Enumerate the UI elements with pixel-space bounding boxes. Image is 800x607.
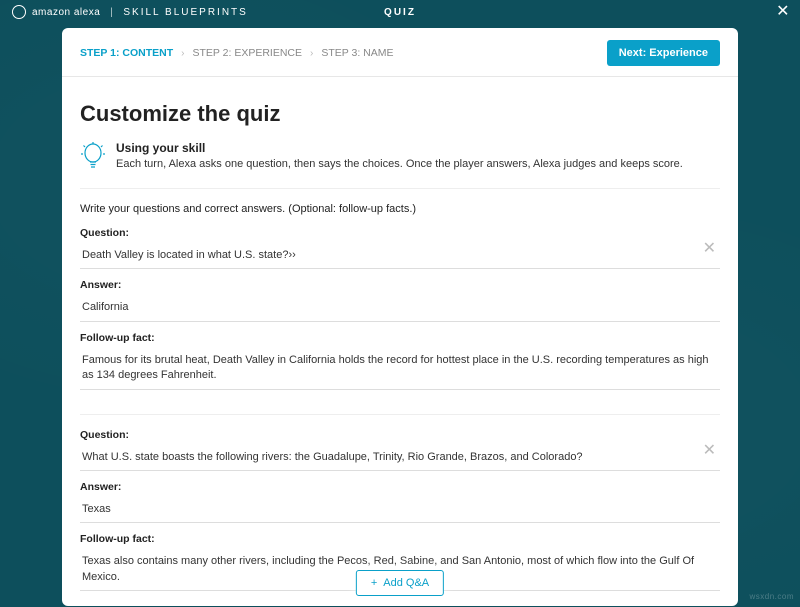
lightbulb-icon [80, 141, 106, 174]
followup-label: Follow-up fact: [80, 533, 720, 545]
topbar-title: QUIZ [384, 7, 416, 18]
top-bar: amazon alexa | SKILL BLUEPRINTS QUIZ ✕ [0, 0, 800, 24]
remove-qa-icon[interactable]: ✕ [703, 443, 716, 459]
hint-box: Using your skill Each turn, Alexa asks o… [80, 141, 720, 189]
page-title: Customize the quiz [80, 101, 720, 127]
followup-label: Follow-up fact: [80, 332, 720, 344]
brand: amazon alexa | SKILL BLUEPRINTS [12, 5, 248, 19]
step-2-experience[interactable]: STEP 2: EXPERIENCE [193, 47, 303, 59]
content-area: Customize the quiz Using your skill Each… [62, 77, 738, 606]
alexa-ring-icon [12, 5, 26, 19]
close-icon[interactable]: ✕ [776, 4, 790, 20]
add-qa-wrap: + Add Q&A [356, 570, 444, 596]
hint-title: Using your skill [116, 141, 683, 155]
followup-input[interactable]: Famous for its brutal heat, Death Valley… [80, 348, 720, 390]
brand-divider: | [110, 7, 113, 18]
step-3-name[interactable]: STEP 3: NAME [321, 47, 393, 59]
chevron-right-icon: › [181, 48, 184, 59]
main-card: STEP 1: CONTENT › STEP 2: EXPERIENCE › S… [62, 28, 738, 606]
hint-text: Using your skill Each turn, Alexa asks o… [116, 141, 683, 172]
question-label: Question: [80, 429, 720, 441]
instructions-text: Write your questions and correct answers… [80, 203, 720, 215]
answer-input[interactable]: California [80, 295, 720, 321]
answer-input[interactable]: Texas [80, 497, 720, 523]
question-label: Question: [80, 227, 720, 239]
add-qa-button[interactable]: + Add Q&A [356, 570, 444, 596]
brand-text-light: amazon alexa [32, 7, 100, 18]
plus-icon: + [371, 577, 377, 589]
question-input[interactable]: Death Valley is located in what U.S. sta… [80, 243, 720, 269]
brand-text-bold: SKILL BLUEPRINTS [123, 7, 247, 18]
answer-label: Answer: [80, 481, 720, 493]
remove-qa-icon[interactable]: ✕ [703, 241, 716, 257]
hint-body: Each turn, Alexa asks one question, then… [116, 157, 683, 172]
question-input[interactable]: What U.S. state boasts the following riv… [80, 445, 720, 471]
answer-label: Answer: [80, 279, 720, 291]
step-1-content[interactable]: STEP 1: CONTENT [80, 47, 173, 59]
qa-block: ✕ Question: Death Valley is located in w… [80, 227, 720, 415]
step-breadcrumb: STEP 1: CONTENT › STEP 2: EXPERIENCE › S… [80, 47, 394, 59]
watermark-text: wsxdn.com [749, 592, 794, 601]
chevron-right-icon: › [310, 48, 313, 59]
add-qa-label: Add Q&A [383, 577, 429, 589]
card-header: STEP 1: CONTENT › STEP 2: EXPERIENCE › S… [62, 28, 738, 77]
next-experience-button[interactable]: Next: Experience [607, 40, 720, 66]
